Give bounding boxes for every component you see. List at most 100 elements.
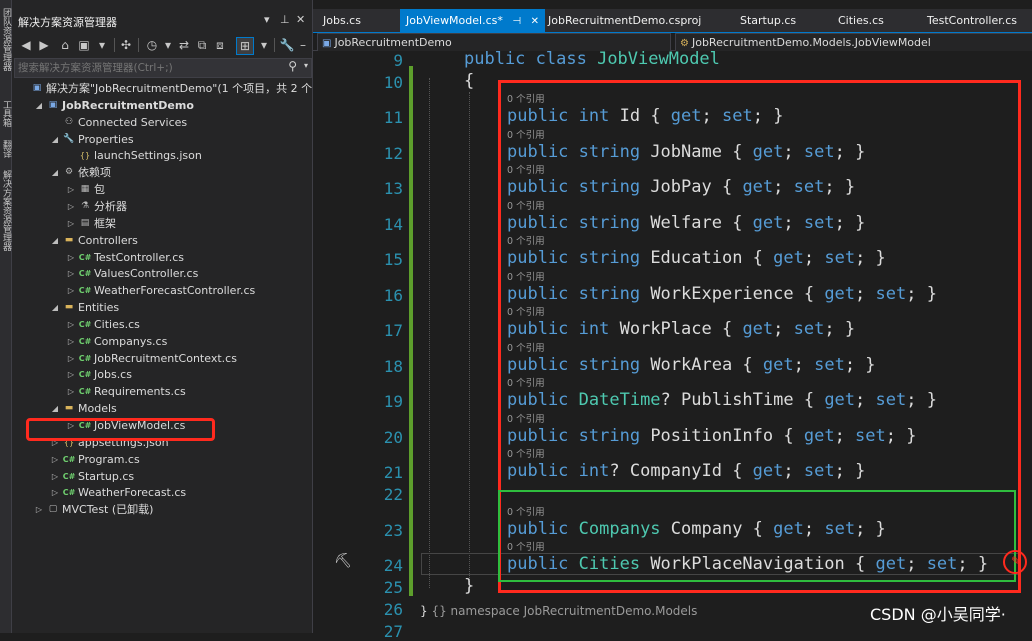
tree-item[interactable]: ▷ ▢ MVCTest (已卸载): [12, 501, 312, 518]
expanded-arrow-icon[interactable]: ◢: [50, 400, 60, 417]
tab-label: Startup.cs: [740, 14, 797, 27]
vertical-tab-toolbox[interactable]: 工具箱: [0, 100, 11, 127]
expanded-arrow-icon[interactable]: ◢: [50, 299, 60, 316]
collapsed-arrow-icon[interactable]: ▷: [66, 265, 76, 282]
watermark: CSDN @小吴同学·: [870, 605, 1006, 624]
tree-item[interactable]: ◢ 🔧 Properties: [12, 131, 312, 148]
collapsed-arrow-icon[interactable]: ▷: [50, 468, 60, 485]
tree-item[interactable]: ◢ ▣ JobRecruitmentDemo: [12, 97, 312, 114]
collapsed-arrow-icon[interactable]: ▷: [34, 501, 44, 518]
history-icon[interactable]: ◷: [144, 37, 160, 53]
tree-item[interactable]: ▷ C# Jobs.cs: [12, 366, 312, 383]
tree-item[interactable]: ▷ C# Program.cs: [12, 451, 312, 468]
tree-item[interactable]: ▷ ▦ 包: [12, 181, 312, 198]
tree-item[interactable]: ▷ C# TestController.cs: [12, 249, 312, 266]
tree-item[interactable]: ▷ ▤ 框架: [12, 215, 312, 232]
explorer-close-icon[interactable]: ✕: [296, 13, 305, 26]
expanded-arrow-icon[interactable]: ◢: [34, 97, 44, 114]
explorer-toolbar: ◀ ▶ ⌂ ▣ ▾ ✣ ◷ ▾ ⇄ ⧉ ⧈ ⊞ ▾ 🔧 –: [12, 34, 312, 56]
tree-item[interactable]: ◢ ⚙ 依赖项: [12, 164, 312, 181]
explorer-search-input[interactable]: [18, 60, 280, 75]
pending-changes-icon[interactable]: ✣: [118, 37, 134, 53]
tree-item-label: Models: [78, 402, 117, 416]
expanded-arrow-icon[interactable]: ◢: [50, 131, 60, 148]
explorer-search-box[interactable]: ⚲ ▾: [14, 58, 312, 78]
tree-item[interactable]: ▷ C# Companys.cs: [12, 333, 312, 350]
vertical-tab-translate[interactable]: 翻译: [0, 140, 11, 158]
views-dropdown-icon[interactable]: ▾: [94, 37, 110, 53]
tree-item[interactable]: ▣ 解决方案"JobRecruitmentDemo"(1 个项目，共 2 个): [12, 80, 317, 97]
collapse-all-icon[interactable]: ⧉: [194, 37, 210, 53]
switch-views-icon[interactable]: ▣: [76, 37, 92, 53]
tab-testcontroller-cs[interactable]: TestController.cs: [927, 9, 1017, 32]
collapsed-arrow-icon[interactable]: ▷: [50, 451, 60, 468]
collapsed-arrow-icon[interactable]: ▷: [66, 366, 76, 383]
expanded-arrow-icon[interactable]: ◢: [50, 164, 60, 181]
tree-item[interactable]: ▷ C# WeatherForecast.cs: [12, 484, 312, 501]
collapsed-arrow-icon[interactable]: ▷: [66, 249, 76, 266]
connected-services-icon: ⚇: [64, 116, 74, 127]
project-icon: ▣: [48, 99, 58, 110]
collapsed-arrow-icon[interactable]: ▷: [66, 383, 76, 400]
tree-item[interactable]: ⚇ Connected Services: [12, 114, 312, 131]
line-number: 18: [383, 357, 403, 376]
tree-item[interactable]: ◢ ▬ Entities: [12, 299, 312, 316]
solution-icon: ▣: [32, 83, 42, 93]
folder-icon: ▬: [64, 234, 74, 245]
type-dropdown[interactable]: ⚙ JobRecruitmentDemo.Models.JobViewModel: [675, 33, 1032, 52]
sync-icon[interactable]: ⇄: [176, 37, 192, 53]
history-dropdown-icon[interactable]: ▾: [160, 37, 176, 53]
collapsed-arrow-icon[interactable]: ▷: [66, 333, 76, 350]
more-icon[interactable]: –: [295, 37, 311, 53]
code-token: JobViewModel: [597, 49, 720, 69]
tree-item[interactable]: ▷ C# Requirements.cs: [12, 383, 312, 400]
collapsed-arrow-icon[interactable]: ▷: [66, 282, 76, 299]
tree-item-label: Cities.cs: [94, 317, 140, 331]
expanded-arrow-icon[interactable]: ◢: [50, 232, 60, 249]
forward-icon[interactable]: ▶: [36, 37, 52, 53]
namespace-label: {} namespace JobRecruitmentDemo.Models: [431, 604, 698, 618]
tree-item[interactable]: {} launchSettings.json: [12, 147, 312, 164]
properties-wrench-icon[interactable]: 🔧: [279, 37, 295, 53]
tree-item[interactable]: ▷ C# WeatherForecastController.cs: [12, 282, 312, 299]
explorer-pin-icon[interactable]: ⊥: [280, 13, 290, 26]
tab-startup-cs[interactable]: Startup.cs: [740, 9, 796, 32]
tab-jobviewmodel-cs[interactable]: JobViewModel.cs* ⊣ ✕: [400, 9, 545, 32]
vertical-tab-solution-explorer[interactable]: 解决方案资源管理器: [0, 170, 11, 251]
track-active-item-icon[interactable]: ⊞: [236, 37, 254, 55]
back-icon[interactable]: ◀: [18, 37, 34, 53]
tree-item[interactable]: ▷ C# Startup.cs: [12, 468, 312, 485]
show-all-files-icon[interactable]: ⧈: [212, 37, 228, 53]
home-icon[interactable]: ⌂: [57, 37, 73, 53]
tree-item[interactable]: ◢ ▬ Models: [12, 400, 312, 417]
explorer-dropdown-icon[interactable]: ▾: [264, 13, 270, 26]
tree-item[interactable]: ◢ ▬ Controllers: [12, 232, 312, 249]
tab-pin-icon[interactable]: ⊣: [512, 16, 521, 27]
vertical-tab-team-explorer[interactable]: 团队资源管理器: [0, 8, 11, 71]
search-icon[interactable]: ⚲: [288, 59, 297, 73]
tree-item[interactable]: ▷ C# ValuesController.cs: [12, 265, 312, 282]
tab-jobs-cs[interactable]: Jobs.cs: [323, 9, 361, 32]
tab-cities-cs[interactable]: Cities.cs: [838, 9, 884, 32]
collapsed-arrow-icon[interactable]: ▷: [66, 181, 76, 198]
collapsed-arrow-icon[interactable]: ▷: [66, 350, 76, 367]
indent-guide: [429, 78, 431, 588]
tree-item[interactable]: ▷ ⚗ 分析器: [12, 198, 312, 215]
tab-jobrecruitmentdemo-csproj[interactable]: JobRecruitmentDemo.csproj: [548, 9, 701, 32]
tree-item-label: ValuesController.cs: [94, 267, 199, 281]
search-options-dropdown-icon[interactable]: ▾: [304, 61, 308, 70]
indent-guide: [469, 92, 471, 582]
filter-dropdown-icon[interactable]: ▾: [256, 37, 272, 53]
tree-item-label: Program.cs: [78, 452, 140, 466]
tree-item[interactable]: ▷ C# Cities.cs: [12, 316, 312, 333]
collapsed-arrow-icon[interactable]: ▷: [66, 215, 76, 232]
collapsed-arrow-icon[interactable]: ▷: [66, 316, 76, 333]
tree-item[interactable]: ▷ C# JobRecruitmentContext.cs: [12, 350, 312, 367]
class-icon: ⚙: [680, 38, 689, 49]
csharp-file-icon: C#: [62, 454, 76, 464]
collapsed-arrow-icon[interactable]: ▷: [50, 484, 60, 501]
tree-item-label: 解决方案"JobRecruitmentDemo"(1 个项目，共 2 个): [46, 82, 317, 95]
quick-actions-icon[interactable]: ⛏: [334, 553, 352, 569]
tab-close-icon[interactable]: ✕: [531, 16, 539, 27]
collapsed-arrow-icon[interactable]: ▷: [66, 198, 76, 215]
